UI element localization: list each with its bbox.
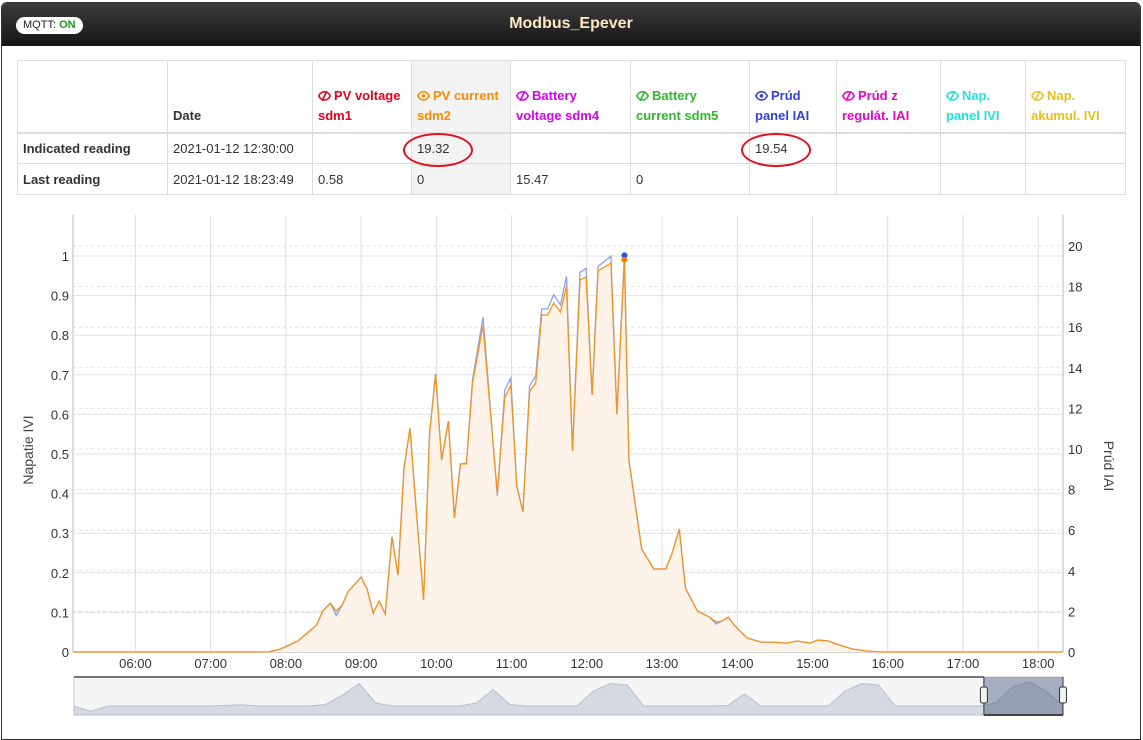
- hover-marker: [621, 256, 628, 263]
- right-tick-label: 4: [1068, 564, 1075, 579]
- left-tick-label: 0.5: [51, 447, 69, 462]
- right-tick-label: 12: [1068, 401, 1082, 416]
- x-tick-label: 06:00: [119, 656, 152, 671]
- left-tick-label: 0.2: [51, 566, 69, 581]
- navigator-handle[interactable]: [979, 686, 988, 704]
- chart: 0 2 4 6 8 10 12 14 16 18 20 0 0.1 0.2 0.3 0.4 0.5 0.6 0.7 0…: [20, 215, 1117, 716]
- left-axis-title: Napatie IVI: [20, 415, 36, 484]
- right-axis-title: Prúd IAI: [1101, 441, 1117, 492]
- right-tick-label: 20: [1068, 239, 1082, 254]
- left-tick-label: 0.8: [51, 328, 69, 343]
- navigator-handle[interactable]: [1059, 686, 1067, 704]
- left-tick-label: 1: [62, 249, 69, 264]
- left-tick-label: 0.6: [51, 407, 69, 422]
- x-tick-label: 16:00: [871, 656, 904, 671]
- x-tick-label: 09:00: [345, 656, 378, 671]
- left-tick-label: 0: [62, 645, 69, 660]
- right-tick-label: 8: [1068, 483, 1075, 498]
- x-tick-label: 10:00: [420, 656, 453, 671]
- left-tick-label: 0.7: [51, 368, 69, 383]
- right-tick-label: 16: [1068, 320, 1082, 335]
- left-tick-label: 0.4: [51, 487, 69, 502]
- right-tick-label: 0: [1068, 645, 1075, 660]
- right-tick-label: 6: [1068, 523, 1075, 538]
- navigator-selection: [983, 677, 1063, 715]
- x-tick-label: 18:00: [1022, 656, 1055, 671]
- x-tick-label: 14:00: [721, 656, 754, 671]
- right-tick-label: 10: [1068, 442, 1082, 457]
- x-tick-label: 15:00: [796, 656, 829, 671]
- x-tick-label: 13:00: [646, 656, 679, 671]
- x-tick-label: 11:00: [496, 656, 528, 671]
- right-tick-label: 18: [1068, 280, 1082, 295]
- left-tick-label: 0.3: [51, 526, 69, 541]
- left-tick-label: 0.1: [51, 605, 69, 620]
- x-tick-label: 17:00: [947, 656, 980, 671]
- right-tick-label: 2: [1068, 604, 1075, 619]
- right-tick-label: 14: [1068, 361, 1082, 376]
- left-tick-label: 0.9: [51, 289, 69, 304]
- x-tick-label: 07:00: [194, 656, 227, 671]
- x-tick-label: 08:00: [270, 656, 303, 671]
- x-tick-label: 12:00: [571, 656, 604, 671]
